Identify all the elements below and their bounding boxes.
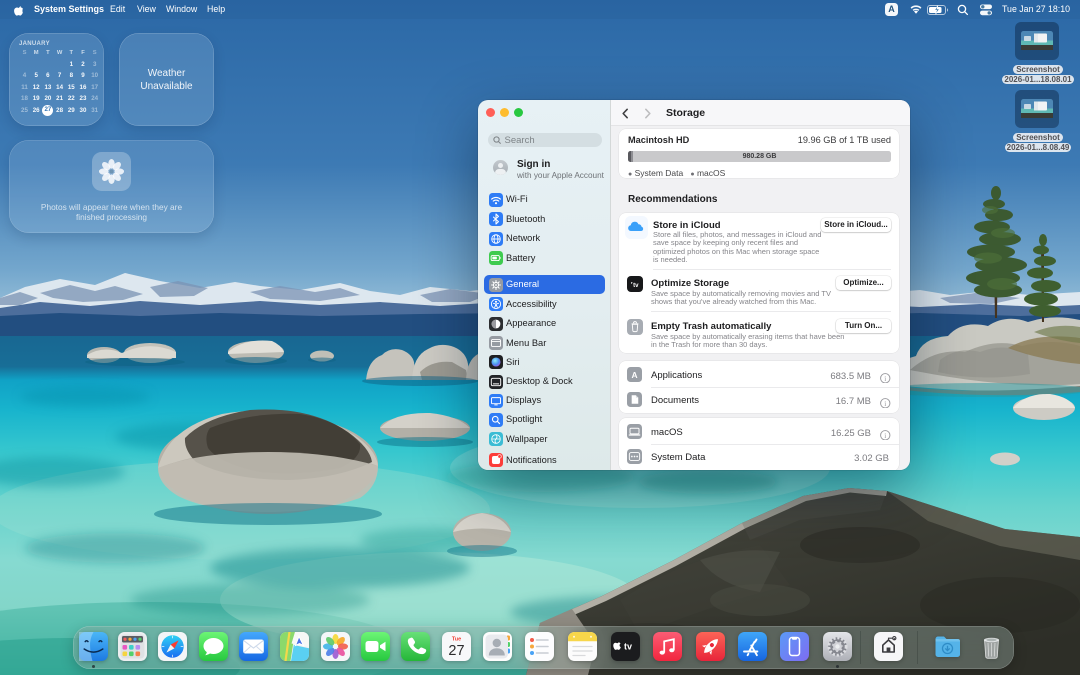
svg-text:i: i [884,431,886,439]
svg-text:A: A [631,370,637,380]
svg-text:i: i [884,374,886,382]
svg-text:tv: tv [623,642,631,652]
svg-text:27: 27 [448,643,464,659]
svg-text:tv: tv [633,282,639,289]
svg-text:Tue: Tue [451,637,460,643]
svg-text:i: i [884,399,886,407]
